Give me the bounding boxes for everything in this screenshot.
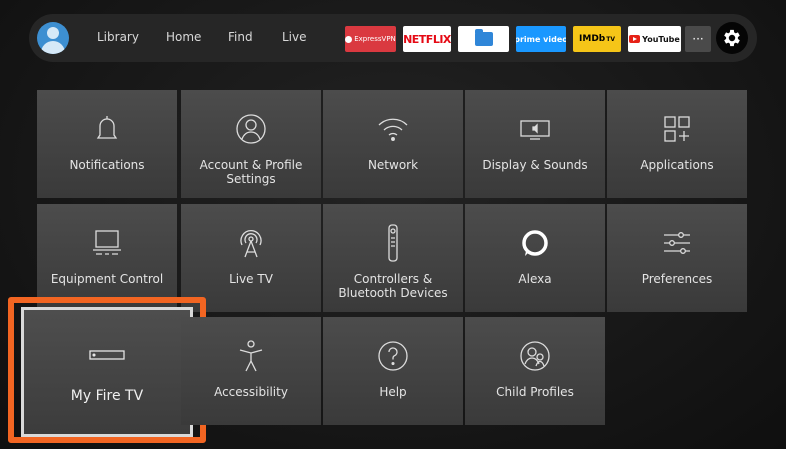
tile-label: Equipment Control (50, 272, 164, 286)
accessibility-person-icon (239, 340, 263, 372)
tile-label: Display & Sounds (482, 158, 588, 172)
remote-icon (388, 224, 398, 262)
nav-live[interactable]: Live (282, 30, 307, 44)
imdb-label: IMDb (579, 34, 606, 44)
fire-tv-device-icon (89, 350, 125, 360)
tile-label: My Fire TV (70, 388, 144, 404)
tile-label: Accessibility (214, 385, 288, 399)
imdb-tv-app-tile[interactable]: IMDb TV (573, 26, 621, 52)
nav-find[interactable]: Find (228, 30, 253, 44)
monitor-sound-icon (520, 120, 550, 140)
prime-video-app-tile[interactable]: prime video (516, 26, 566, 52)
netflix-app-tile[interactable]: NETFLIX (403, 26, 451, 52)
help-tile[interactable]: Help (323, 317, 463, 425)
nav-home[interactable]: Home (166, 30, 201, 44)
alexa-tile[interactable]: Alexa (465, 204, 605, 312)
sliders-icon (664, 232, 690, 254)
person-icon (236, 114, 266, 144)
netflix-label: NETFLIX (403, 32, 451, 46)
expressvpn-app-tile[interactable]: ExpressVPN (345, 26, 396, 52)
wifi-icon (378, 118, 408, 141)
child-profiles-icon (520, 341, 550, 371)
top-nav-bar: Library Home Find Live ExpressVPN NETFLI… (29, 14, 757, 62)
gear-icon (724, 29, 740, 47)
folder-icon (474, 29, 493, 46)
tile-label: Network (367, 158, 419, 172)
display-sounds-tile[interactable]: Display & Sounds (465, 90, 605, 198)
my-fire-tv-tile[interactable]: My Fire TV (21, 307, 193, 437)
tile-label: Alexa (518, 272, 552, 286)
profile-avatar-icon[interactable] (37, 22, 69, 54)
bell-icon (96, 116, 118, 139)
tile-label: Controllers & Bluetooth Devices (338, 272, 448, 300)
youtube-label: YouTube (642, 34, 680, 44)
fire-tv-settings-screen: Library Home Find Live ExpressVPN NETFLI… (0, 0, 786, 449)
notifications-tile[interactable]: Notifications (37, 90, 177, 198)
tile-label: Notifications (69, 158, 145, 172)
settings-button[interactable] (716, 22, 748, 54)
antenna-icon (240, 229, 262, 258)
tile-label: Account & Profile Settings (199, 158, 303, 186)
youtube-app-tile[interactable]: YouTube (628, 26, 681, 52)
applications-tile[interactable]: Applications (607, 90, 747, 198)
apps-grid-icon (664, 116, 690, 142)
child-profiles-tile[interactable]: Child Profiles (465, 317, 605, 425)
alexa-ring-icon (522, 230, 548, 256)
more-apps-button[interactable]: ··· (685, 26, 711, 52)
live-tv-tile[interactable]: Live TV (181, 204, 321, 312)
network-tile[interactable]: Network (323, 90, 463, 198)
tile-label: Help (379, 385, 407, 399)
preferences-tile[interactable]: Preferences (607, 204, 747, 312)
help-question-icon (378, 341, 408, 371)
imdb-tv-label: TV (606, 35, 615, 43)
tile-label: Child Profiles (496, 385, 574, 399)
expressvpn-label: ExpressVPN (354, 35, 396, 43)
file-manager-app-tile[interactable] (458, 26, 509, 52)
tile-label: Preferences (641, 272, 713, 286)
tile-label: Live TV (229, 272, 273, 286)
prime-video-label: prime video (516, 34, 566, 44)
youtube-play-icon (629, 35, 641, 43)
accessibility-tile[interactable]: Accessibility (181, 317, 321, 425)
nav-library[interactable]: Library (97, 30, 139, 44)
more-icon: ··· (692, 32, 704, 46)
expressvpn-logo-icon (345, 35, 353, 43)
account-profile-settings-tile[interactable]: Account & Profile Settings (181, 90, 321, 198)
equipment-control-tile[interactable]: Equipment Control (37, 204, 177, 312)
tile-label: Applications (640, 158, 714, 172)
tv-equipment-icon (93, 230, 121, 255)
controllers-bluetooth-tile[interactable]: Controllers & Bluetooth Devices (323, 204, 463, 312)
